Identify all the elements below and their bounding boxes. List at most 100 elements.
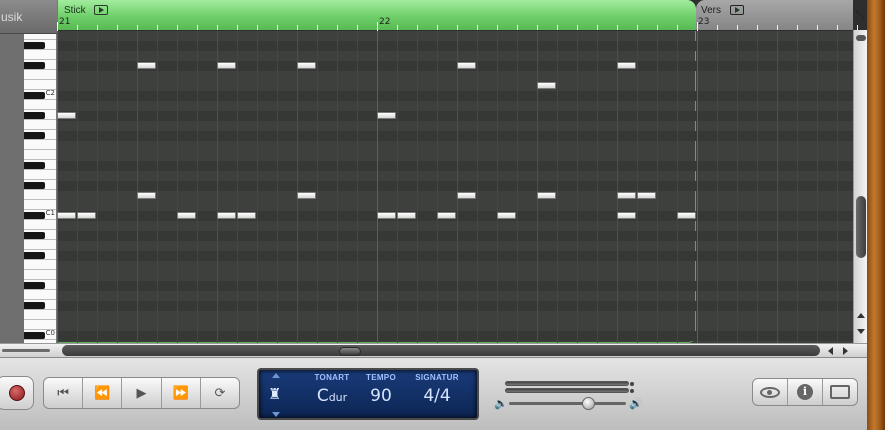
play-region-icon[interactable] [730, 5, 744, 15]
clip-indicator-right [630, 389, 634, 393]
black-key[interactable] [24, 92, 45, 99]
grid-line [597, 31, 598, 343]
midi-note[interactable] [217, 62, 236, 69]
midi-note[interactable] [637, 192, 656, 199]
scroll-down-arrow-icon[interactable] [857, 329, 865, 334]
ruler-tick [557, 25, 558, 30]
midi-note[interactable] [177, 212, 196, 219]
volume-low-icon: 🔈 [494, 398, 508, 410]
midi-note[interactable] [397, 212, 416, 219]
scroll-left-arrow-icon[interactable] [828, 347, 833, 355]
lcd-tempo-value: 90 [370, 386, 392, 406]
control-bar: ⏮ ⏪ ▶ ⏩ ⟳ ♜ TONART Cdur TEMPO 90 SIGNATU… [0, 357, 867, 430]
horizontal-scroll-thumb[interactable] [339, 347, 361, 356]
midi-note[interactable] [457, 192, 476, 199]
midi-note[interactable] [377, 212, 396, 219]
midi-note[interactable] [217, 212, 236, 219]
midi-note[interactable] [77, 212, 96, 219]
black-key[interactable] [24, 162, 45, 169]
black-key[interactable] [24, 132, 45, 139]
midi-note[interactable] [617, 212, 636, 219]
midi-note[interactable] [297, 62, 316, 69]
white-key-divider [24, 219, 56, 220]
grid-line [677, 31, 678, 343]
midi-note[interactable] [137, 192, 156, 199]
ruler-tick [217, 25, 218, 30]
piano-keyboard[interactable]: C2 C1 C0 [24, 34, 57, 343]
region-title: Vers [701, 5, 722, 16]
ruler-tick [197, 25, 198, 30]
scroll-up-arrow-icon[interactable] [857, 313, 865, 318]
vertical-scrollbar[interactable] [853, 30, 867, 343]
lcd-display[interactable]: ♜ TONART Cdur TEMPO 90 SIGNATUR 4/4 [257, 368, 479, 420]
black-key[interactable] [24, 252, 45, 259]
resize-icon[interactable]: ⤡ [853, 8, 867, 22]
grid-line [497, 31, 498, 343]
midi-note[interactable] [537, 192, 556, 199]
ruler-tick [697, 22, 698, 31]
black-key[interactable] [24, 282, 45, 289]
master-volume-slider[interactable] [509, 402, 626, 405]
key-label-c0: C0 [45, 329, 55, 337]
black-key[interactable] [24, 302, 45, 309]
cycle-button[interactable]: ⟳ [201, 378, 239, 408]
midi-note[interactable] [437, 212, 456, 219]
grid-line [697, 31, 698, 343]
go-to-start-button[interactable]: ⏮ [44, 378, 84, 408]
midi-note[interactable] [137, 62, 156, 69]
black-key[interactable] [24, 62, 45, 69]
ruler-tick [417, 25, 418, 30]
editor-view-button[interactable] [753, 379, 788, 405]
grid-line [817, 31, 818, 343]
white-key-divider [24, 339, 56, 340]
midi-note[interactable] [297, 192, 316, 199]
grid-line [737, 31, 738, 343]
lcd-tempo[interactable]: TEMPO 90 [361, 373, 401, 406]
horizontal-scroll-track[interactable] [62, 345, 820, 356]
play-button[interactable]: ▶ [122, 378, 162, 408]
black-key[interactable] [24, 112, 45, 119]
vertical-scroll-thumb[interactable] [856, 196, 866, 258]
black-key[interactable] [24, 212, 45, 219]
black-key[interactable] [24, 232, 45, 239]
white-key-divider [24, 259, 56, 260]
white-key-divider [24, 119, 56, 120]
play-region-icon[interactable] [94, 5, 108, 15]
black-key[interactable] [24, 182, 45, 189]
lcd-key[interactable]: TONART Cdur [307, 373, 357, 406]
grid-line [157, 31, 158, 343]
info-icon: i [797, 384, 813, 400]
metronome-icon[interactable]: ♜ [268, 386, 282, 404]
scroll-right-arrow-icon[interactable] [843, 347, 848, 355]
midi-note[interactable] [377, 112, 396, 119]
zoom-slider[interactable] [2, 349, 50, 352]
white-key-divider [24, 89, 56, 90]
master-volume-thumb[interactable] [582, 397, 595, 410]
lcd-signature[interactable]: SIGNATUR 4/4 [409, 373, 465, 406]
midi-note[interactable] [237, 212, 256, 219]
midi-note[interactable] [617, 62, 636, 69]
lcd-mode-down-icon[interactable] [272, 412, 280, 417]
piano-roll-grid[interactable] [57, 31, 853, 343]
lcd-mode-up-icon[interactable] [272, 373, 280, 378]
midi-note[interactable] [57, 212, 76, 219]
grid-line [557, 31, 558, 343]
ruler-tick [297, 25, 298, 30]
midi-note[interactable] [677, 212, 696, 219]
black-key[interactable] [24, 42, 45, 49]
grid-line [277, 31, 278, 343]
horizontal-scrollbar[interactable] [0, 343, 867, 357]
white-key-divider [24, 99, 56, 100]
midi-note[interactable] [537, 82, 556, 89]
rewind-button[interactable]: ⏪ [83, 378, 123, 408]
info-button[interactable]: i [788, 379, 823, 405]
black-key[interactable] [24, 332, 45, 339]
fast-forward-button[interactable]: ⏩ [162, 378, 201, 408]
midi-note[interactable] [457, 62, 476, 69]
grid-line [117, 31, 118, 343]
midi-note[interactable] [497, 212, 516, 219]
midi-note[interactable] [617, 192, 636, 199]
midi-note[interactable] [57, 112, 76, 119]
record-button[interactable] [0, 376, 34, 410]
media-browser-button[interactable] [823, 379, 857, 405]
